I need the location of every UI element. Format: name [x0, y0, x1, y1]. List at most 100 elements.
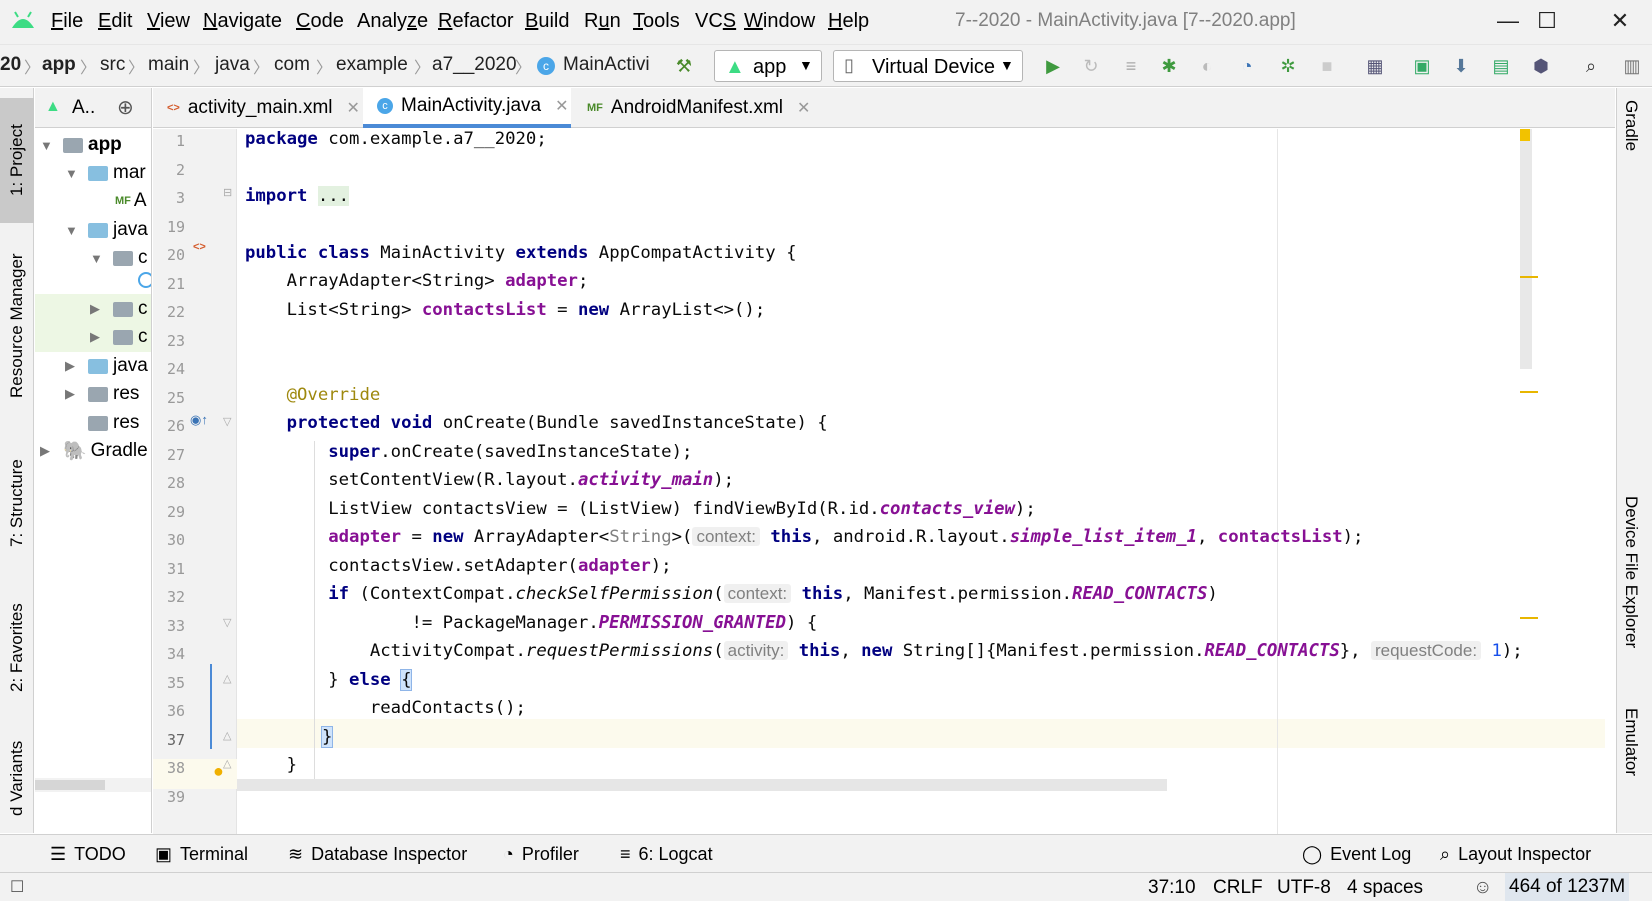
indent-setting[interactable]: 4 spaces: [1347, 877, 1423, 899]
tab-terminal[interactable]: ▣ Terminal: [155, 844, 248, 865]
device-manager-icon[interactable]: ▤: [1489, 55, 1513, 79]
run-config-label: app: [753, 56, 787, 78]
stop-icon[interactable]: ■: [1315, 55, 1339, 79]
layout-file-icon[interactable]: <>: [193, 241, 206, 253]
tab-project[interactable]: 1: Project: [0, 98, 34, 223]
breadcrumb-com[interactable]: com: [274, 54, 310, 76]
tree-item-manifest-file[interactable]: MF A: [35, 186, 151, 216]
breadcrumb-src[interactable]: src: [100, 54, 125, 76]
override-icon[interactable]: ◉↑: [190, 412, 208, 428]
minimize-icon[interactable]: —: [1488, 8, 1528, 38]
tab-layout-inspector[interactable]: ⌕ Layout Inspector: [1440, 844, 1591, 865]
tab-close-icon[interactable]: ✕: [555, 96, 568, 116]
profile-icon[interactable]: ◐: [1195, 55, 1219, 79]
menu-window[interactable]: Window: [744, 10, 815, 33]
menu-run[interactable]: Run: [584, 10, 621, 33]
sdk-manager-icon[interactable]: ⬇: [1449, 55, 1473, 79]
menu-navigate[interactable]: Navigate: [203, 10, 282, 33]
line-number: 30: [166, 531, 185, 549]
file-encoding[interactable]: UTF-8: [1277, 877, 1331, 899]
breadcrumb-app[interactable]: app: [42, 54, 76, 76]
breadcrumb-project[interactable]: 20: [0, 54, 21, 76]
close-icon[interactable]: ✕: [1600, 8, 1640, 38]
device-select[interactable]: ▯ Virtual Device ▼: [833, 50, 1023, 82]
menu-analyze[interactable]: Analyze: [357, 10, 428, 33]
menu-view[interactable]: View: [147, 10, 190, 33]
attach-debugger-icon[interactable]: ✲: [1276, 55, 1300, 79]
tree-item-res-generated[interactable]: res: [35, 408, 151, 438]
breadcrumb-main[interactable]: main: [148, 54, 189, 76]
settings-icon[interactable]: ▥: [1620, 55, 1644, 79]
menu-file[interactable]: File: [51, 10, 83, 33]
fold-icon[interactable]: ▽: [223, 616, 231, 629]
tab-gradle[interactable]: Gradle: [1621, 100, 1641, 190]
tree-item-package[interactable]: ▼ c: [35, 243, 151, 273]
tab-database-inspector[interactable]: ≋ Database Inspector: [288, 844, 467, 865]
tab-android-manifest[interactable]: MF AndroidManifest.xml ✕: [573, 88, 813, 128]
breadcrumb-package[interactable]: a7__2020: [432, 54, 517, 76]
tree-item-java-generated[interactable]: ▶ java: [35, 351, 151, 381]
inspector-icon[interactable]: ☺: [1473, 877, 1492, 899]
fold-icon[interactable]: ⊟: [223, 186, 232, 199]
inspection-status-icon[interactable]: [1520, 129, 1530, 141]
debug-icon[interactable]: ✱: [1157, 55, 1181, 79]
tab-emulator[interactable]: Emulator: [1621, 708, 1641, 808]
tab-close-icon[interactable]: ✕: [347, 98, 360, 118]
tab-todo[interactable]: ☰ TODO: [50, 844, 126, 865]
maximize-icon[interactable]: ☐: [1527, 8, 1567, 38]
menu-help[interactable]: Help: [828, 10, 869, 33]
tab-event-log[interactable]: ◯ Event Log: [1302, 844, 1411, 865]
tree-item-package-test[interactable]: ▶ c: [35, 294, 151, 324]
horizontal-scrollbar[interactable]: [35, 778, 151, 792]
tab-resource-manager[interactable]: Resource Manager: [0, 243, 34, 408]
caret-position[interactable]: 37:10: [1148, 877, 1196, 899]
tool-windows-icon[interactable]: ☐: [10, 877, 24, 897]
menu-edit[interactable]: Edit: [98, 10, 132, 33]
avd-manager-icon[interactable]: ▣: [1410, 55, 1434, 79]
sync-project-icon[interactable]: ▦: [1363, 55, 1387, 79]
breadcrumb-example[interactable]: example: [336, 54, 408, 76]
tab-activity-main-xml[interactable]: <> activity_main.xml ✕: [153, 88, 363, 128]
vertical-scrollbar[interactable]: [1520, 129, 1532, 369]
tab-build-variants[interactable]: d Variants: [0, 728, 34, 828]
apply-changes-icon[interactable]: ↻: [1079, 55, 1103, 79]
line-separator[interactable]: CRLF: [1213, 877, 1263, 899]
tab-structure[interactable]: 7: Structure: [0, 448, 34, 558]
fold-icon[interactable]: △: [223, 757, 231, 770]
tree-item-java[interactable]: ▼ java: [35, 215, 151, 245]
tab-close-icon[interactable]: ✕: [797, 98, 810, 118]
menu-build[interactable]: Build: [525, 10, 569, 33]
horizontal-scrollbar[interactable]: [237, 779, 1167, 791]
tree-item-manifests[interactable]: ▼ mar: [35, 158, 151, 188]
menu-tools[interactable]: Tools: [633, 10, 680, 33]
menu-code[interactable]: Code: [296, 10, 344, 33]
tree-item-gradle[interactable]: ▶ 🐘 Gradle: [35, 436, 151, 466]
tab-device-file-explorer[interactable]: Device File Explorer: [1621, 496, 1641, 671]
fold-icon[interactable]: ▽: [223, 415, 231, 428]
project-structure-icon[interactable]: ⬢: [1529, 55, 1553, 79]
apply-code-changes-icon[interactable]: ≡: [1119, 55, 1143, 79]
memory-indicator[interactable]: 464 of 1237M: [1505, 873, 1630, 901]
run-icon[interactable]: ▶: [1041, 55, 1065, 79]
breadcrumb-class[interactable]: MainActivi: [563, 54, 650, 76]
breadcrumb-java[interactable]: java: [215, 54, 250, 76]
hammer-icon[interactable]: ⚒: [672, 55, 696, 79]
code-editor[interactable]: package com.example.a7__2020; import ...…: [237, 129, 1605, 834]
run-configuration-select[interactable]: ▲ app ▼: [714, 50, 822, 82]
tab-favorites[interactable]: 2: Favorites: [0, 588, 34, 708]
tree-item-package-androidtest[interactable]: ▶ c: [35, 322, 151, 352]
tree-item-app[interactable]: ▼ app: [35, 130, 151, 160]
locate-icon[interactable]: ⊕: [117, 95, 134, 120]
project-view-select[interactable]: A..: [72, 97, 95, 119]
tab-logcat[interactable]: ≡ 6: Logcat: [620, 844, 713, 865]
menu-vcs[interactable]: VCS: [695, 10, 736, 33]
tab-profiler[interactable]: ◔ Profiler: [503, 844, 579, 865]
menu-refactor[interactable]: Refactor: [438, 10, 514, 33]
tab-mainactivity-java[interactable]: c MainActivity.java ✕: [363, 88, 571, 128]
code-line-27: super.onCreate(savedInstanceState);: [328, 442, 693, 462]
tree-item-res[interactable]: ▶ res: [35, 379, 151, 409]
search-icon[interactable]: ⌕: [1579, 55, 1603, 79]
profiler-icon[interactable]: ◔: [1235, 55, 1259, 79]
fold-icon[interactable]: △: [223, 672, 231, 685]
fold-icon[interactable]: △: [223, 729, 231, 742]
